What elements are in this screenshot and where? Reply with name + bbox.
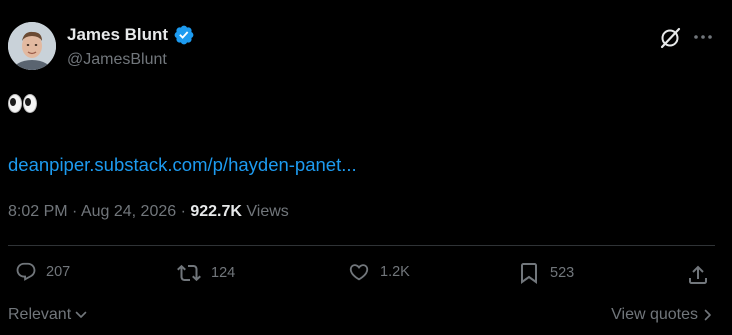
sort-label: Relevant	[8, 306, 72, 323]
tweet-date[interactable]: Aug 24, 2026	[81, 203, 176, 220]
verified-badge-icon[interactable]	[173, 24, 195, 46]
view-quotes-link[interactable]: View quotes	[611, 306, 714, 324]
reply-icon	[16, 262, 36, 281]
author-avatar[interactable]	[8, 22, 56, 70]
share-icon[interactable]	[686, 263, 710, 287]
bookmark-button[interactable]: 523	[517, 261, 574, 285]
repost-count: 124	[211, 265, 236, 281]
meta-separator: ·	[176, 203, 191, 220]
reply-count: 207	[46, 264, 71, 280]
repost-button[interactable]: 124	[176, 261, 235, 285]
grok-icon[interactable]	[657, 25, 683, 51]
view-quotes-label: View quotes	[611, 306, 698, 323]
meta-separator: ·	[67, 203, 81, 220]
avatar-image	[8, 22, 56, 70]
tweet-time[interactable]: 8:02 PM	[8, 203, 68, 220]
sort-replies-dropdown[interactable]: Relevant	[8, 306, 88, 324]
views-count: 922.7K	[190, 203, 242, 220]
like-icon	[349, 264, 369, 281]
author-name-row: James Blunt	[67, 24, 195, 46]
bookmark-count: 523	[550, 265, 575, 281]
views-label: Views	[241, 203, 289, 220]
author-display-name[interactable]: James Blunt	[67, 25, 168, 45]
chevron-down-icon	[75, 311, 87, 318]
tweet-detail: James Blunt @JamesBlunt deanpiper.substa…	[0, 0, 732, 335]
tweet-meta: 8:02 PM · Aug 24, 2026 · 922.7K Views	[8, 203, 289, 221]
bookmark-icon	[521, 263, 537, 284]
author-handle[interactable]: @JamesBlunt	[67, 51, 167, 69]
more-options-icon[interactable]	[690, 25, 716, 51]
tweet-link[interactable]: deanpiper.substack.com/p/hayden-panet...	[8, 154, 357, 176]
actions-divider	[8, 245, 715, 246]
like-button[interactable]: 1.2K	[347, 261, 410, 283]
repost-icon	[177, 264, 201, 282]
eyes-emoji-icon	[8, 94, 37, 113]
tweet-emoji	[8, 93, 37, 121]
like-count: 1.2K	[380, 264, 410, 280]
reply-button[interactable]: 207	[15, 261, 70, 283]
chevron-right-icon	[704, 309, 711, 321]
